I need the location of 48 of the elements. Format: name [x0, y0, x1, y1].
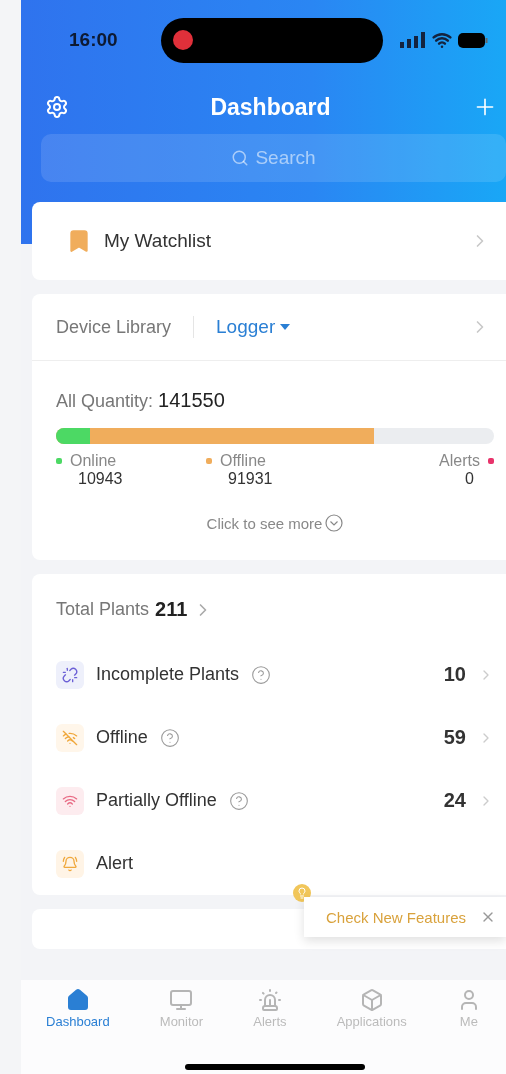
watchlist-label: My Watchlist — [104, 230, 211, 252]
tab-bar-item[interactable]: Monitor — [159, 988, 204, 1036]
search-field[interactable]: Search — [41, 134, 506, 182]
total-plants-value: 211 — [155, 598, 188, 621]
legend-label: Online — [70, 452, 117, 470]
plant-status-count: 24 — [443, 789, 466, 812]
page-title: Dashboard — [210, 93, 331, 121]
total-plants-label: Total Plants — [56, 599, 150, 620]
status-time: 16:00 — [69, 29, 119, 51]
legend-label: Alerts — [439, 452, 480, 470]
tab-bar-item[interactable]: Applications — [336, 988, 407, 1036]
plant-status-count: 59 — [443, 726, 466, 749]
signal-icon — [400, 32, 426, 48]
cube-icon — [359, 988, 384, 1012]
search-icon — [231, 149, 250, 167]
legend-value: 91931 — [228, 470, 274, 488]
legend-value: 0 — [465, 470, 474, 488]
plant-status-label: Partially Offline — [96, 790, 217, 811]
device-library-title: Device Library — [56, 316, 172, 338]
home-icon — [65, 988, 90, 1012]
legend-value: 10943 — [78, 470, 124, 488]
quantity-label: All Quantity: — [56, 391, 155, 411]
tooltip-text: Check New Features — [326, 908, 467, 926]
tab-bar-item[interactable]: Dashboard — [46, 988, 110, 1036]
device-type-dropdown[interactable]: Logger — [216, 316, 292, 338]
tab-bar-item[interactable]: Me — [456, 988, 481, 1036]
caret-icon — [279, 323, 292, 331]
wifi-off-icon — [56, 723, 84, 752]
watchlist-card[interactable]: My Watchlist — [32, 202, 506, 280]
help-icon[interactable] — [251, 664, 272, 685]
plant-status-label: Incomplete Plants — [96, 664, 240, 685]
see-more-link[interactable]: Click to see more — [206, 514, 344, 532]
plant-status-count: 10 — [443, 663, 466, 686]
wifi-icon — [56, 786, 84, 815]
legend-label: Offline — [220, 452, 266, 470]
settings-icon[interactable] — [45, 95, 69, 119]
quantity-value: 141550 — [158, 389, 225, 411]
help-icon[interactable] — [159, 727, 180, 748]
unlink-icon — [56, 660, 84, 689]
tab-bar-item[interactable]: Alerts — [253, 988, 287, 1036]
plant-status-label: Alert — [96, 853, 133, 874]
feature-tooltip[interactable]: Check New Features — [304, 897, 506, 937]
battery-icon — [458, 32, 488, 48]
plant-status-label: Offline — [96, 727, 148, 748]
wifi-icon — [432, 30, 452, 50]
monitor-icon — [169, 988, 194, 1012]
chevron-circle-icon — [325, 514, 344, 532]
help-icon[interactable] — [228, 790, 249, 811]
